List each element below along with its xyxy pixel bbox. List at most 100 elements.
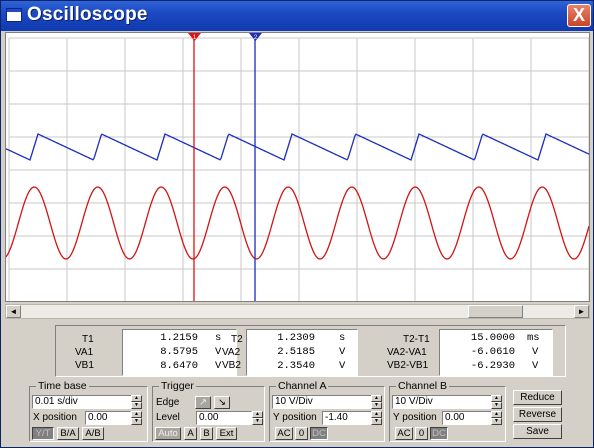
t2-t1-unit: ms <box>527 332 540 344</box>
yt-mode-button[interactable]: Y/T <box>32 427 54 440</box>
va2-va1-unit: V <box>532 346 539 358</box>
va1-unit: V <box>215 346 222 358</box>
oscilloscope-window: Oscilloscope X 1 2 ◄ ► T1 VA1 VB1 1.2159… <box>0 0 594 448</box>
spin-down-icon: ▼ <box>252 418 263 425</box>
channel-b-dc-button[interactable]: DC <box>430 427 448 440</box>
vb2-vb1-value: -6.2930 <box>470 360 515 372</box>
spin-up-icon: ▲ <box>491 411 502 418</box>
trigger-title: Trigger <box>159 380 196 392</box>
scope-screen: 1 2 <box>5 32 590 302</box>
channel-a-group: Channel A 10 V/Div ▲ ▼ Y position -1.40 ▲… <box>269 380 385 442</box>
channel-b-trace <box>6 133 589 161</box>
trigger-level-spinner[interactable]: ▲ ▼ <box>252 411 263 425</box>
spin-down-icon: ▼ <box>131 418 142 425</box>
timebase-scale-field[interactable]: 0.01 s/div <box>32 395 132 409</box>
channel-b-ypos-field[interactable]: 0.00 <box>442 411 492 425</box>
trigger-ext-button[interactable]: Ext <box>216 427 237 440</box>
channel-a-trace <box>6 186 589 260</box>
va2-value: 2.5185 <box>277 346 315 358</box>
vb2-label: VB2 <box>222 360 241 371</box>
channel-b-ac-button[interactable]: AC <box>395 427 413 440</box>
channel-a-scale-spinner[interactable]: ▲ ▼ <box>371 395 382 409</box>
va2-va1-label: VA2-VA1 <box>387 347 427 358</box>
scroll-left-button[interactable]: ◄ <box>6 305 21 318</box>
t2-t1-label: T2-T1 <box>403 334 430 345</box>
reduce-button[interactable]: Reduce <box>513 390 562 405</box>
reverse-button[interactable]: Reverse <box>513 407 562 422</box>
t1-value: 1.2159 <box>160 332 198 344</box>
channel-a-title: Channel A <box>276 380 329 392</box>
channel-a-ypos-spinner[interactable]: ▲ ▼ <box>371 411 382 425</box>
va2-label: VA2 <box>222 347 241 358</box>
window-icon <box>6 8 22 22</box>
arrow-left-icon: ◄ <box>9 307 18 316</box>
save-button[interactable]: Save <box>513 424 562 439</box>
channel-a-ac-button[interactable]: AC <box>275 427 293 440</box>
falling-edge-button[interactable]: ↘ <box>214 396 230 409</box>
trigger-b-button[interactable]: B <box>200 427 213 440</box>
horizontal-scrollbar[interactable]: ◄ ► <box>5 304 590 319</box>
t1-label: T1 <box>82 334 94 345</box>
x-position-field[interactable]: 0.00 <box>85 411 131 425</box>
spin-up-icon: ▲ <box>371 411 382 418</box>
spin-down-icon: ▼ <box>491 402 502 409</box>
t2-label: T2 <box>231 334 243 345</box>
ba-mode-button[interactable]: B/A <box>57 427 79 440</box>
close-button[interactable]: X <box>567 4 591 27</box>
window-title: Oscilloscope <box>27 4 148 25</box>
x-position-label: X position <box>33 412 77 423</box>
vb2-vb1-label: VB2-VB1 <box>387 360 429 371</box>
channel-a-gnd-button[interactable]: 0 <box>295 427 308 440</box>
measurement-readout: T1 VA1 VB1 1.2159 8.5795 8.6470 s V V T2… <box>55 325 566 377</box>
t2-unit: s <box>339 332 346 344</box>
spin-down-icon: ▼ <box>371 402 382 409</box>
scroll-thumb[interactable] <box>468 305 523 318</box>
spin-down-icon: ▼ <box>131 402 142 409</box>
spin-down-icon: ▼ <box>491 418 502 425</box>
vb1-unit: V <box>215 360 222 372</box>
va2-va1-value: -6.0610 <box>470 346 515 358</box>
spin-down-icon: ▼ <box>371 418 382 425</box>
channel-a-scale-field[interactable]: 10 V/Div <box>272 395 372 409</box>
vb2-value: 2.3540 <box>277 360 315 372</box>
scroll-right-button[interactable]: ► <box>574 305 589 318</box>
channel-a-ypos-label: Y position <box>273 412 317 423</box>
timebase-scale-spinner[interactable]: ▲ ▼ <box>131 395 142 409</box>
t2-t1-value: 15.0000 <box>470 332 515 344</box>
level-label: Level <box>156 412 180 423</box>
spin-up-icon: ▲ <box>491 395 502 402</box>
channel-b-title: Channel B <box>396 380 450 392</box>
channel-b-scale-field[interactable]: 10 V/Div <box>392 395 492 409</box>
readout-box-1: 1.2159 8.5795 8.6470 s V V <box>122 329 237 376</box>
timebase-title: Time base <box>36 380 89 392</box>
vb2-unit: V <box>339 360 346 372</box>
t1-unit: s <box>215 332 222 344</box>
spin-up-icon: ▲ <box>371 395 382 402</box>
edge-label: Edge <box>156 397 180 408</box>
trigger-group: Trigger Edge ↗ ↘ Level 0.00 ▲ ▼ Auto A B … <box>152 380 265 442</box>
channel-b-ypos-spinner[interactable]: ▲ ▼ <box>491 411 502 425</box>
spin-up-icon: ▲ <box>131 411 142 418</box>
vb1-label: VB1 <box>75 360 94 371</box>
readout-box-2: 1.2309 2.5185 2.3540 s V V <box>246 329 358 376</box>
auto-trigger-button[interactable]: Auto <box>155 427 181 440</box>
vb2-vb1-unit: V <box>532 360 539 372</box>
timebase-group: Time base 0.01 s/div ▲ ▼ X position 0.00 … <box>29 380 148 442</box>
trigger-a-button[interactable]: A <box>184 427 197 440</box>
channel-a-dc-button[interactable]: DC <box>310 427 328 440</box>
t2-value: 1.2309 <box>277 332 315 344</box>
channel-b-scale-spinner[interactable]: ▲ ▼ <box>491 395 502 409</box>
rising-edge-button[interactable]: ↗ <box>195 396 211 409</box>
channel-b-gnd-button[interactable]: 0 <box>415 427 428 440</box>
channel-b-group: Channel B 10 V/Div ▲ ▼ Y position 0.00 ▲ ▼… <box>389 380 506 442</box>
channel-a-ypos-field[interactable]: -1.40 <box>322 411 372 425</box>
trigger-level-field[interactable]: 0.00 <box>196 411 252 425</box>
va1-value: 8.5795 <box>160 346 198 358</box>
title-bar[interactable]: Oscilloscope X <box>1 1 593 31</box>
x-position-spinner[interactable]: ▲ ▼ <box>131 411 142 425</box>
scope-display: 1 2 <box>6 33 589 301</box>
close-icon: X <box>572 5 585 25</box>
ab-mode-button[interactable]: A/B <box>82 427 104 440</box>
scope-grid <box>8 37 589 301</box>
va2-unit: V <box>339 346 346 358</box>
